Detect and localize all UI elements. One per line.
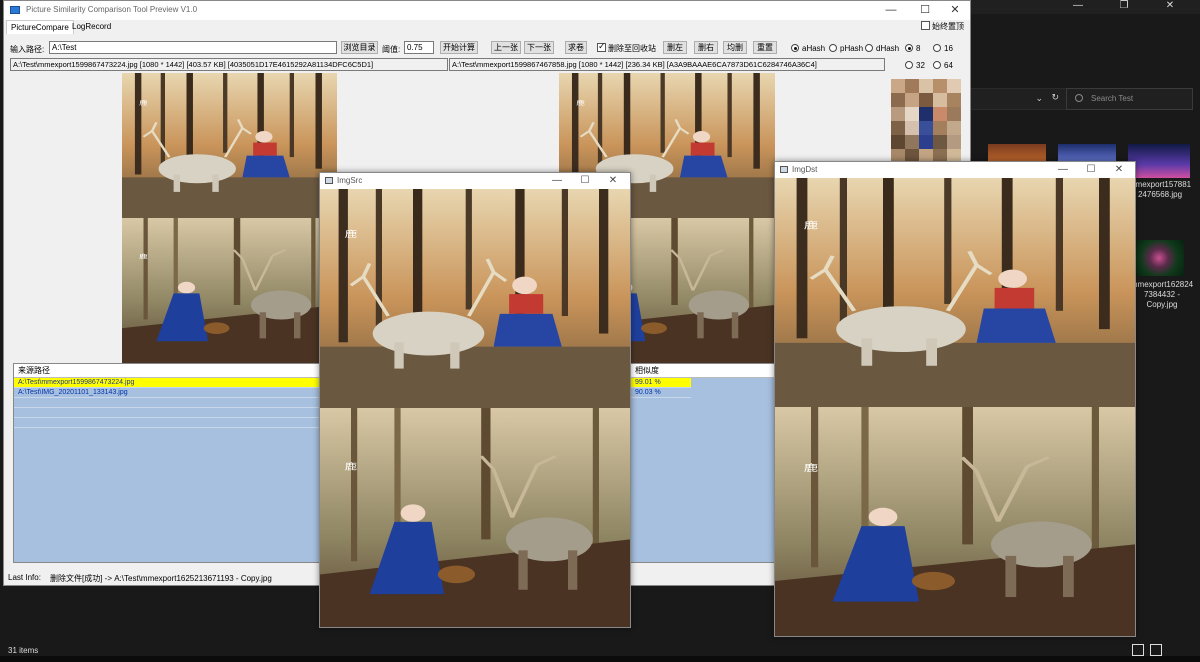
source-path-list[interactable]: 来源路径 A:\Test\mmexport1599867473224.jpg A…: [13, 363, 323, 563]
destination-image: [775, 178, 1135, 636]
explorer-thumbnail[interactable]: [1128, 144, 1190, 178]
similarity-list[interactable]: 相似度 99.01 % 90.03 %: [630, 363, 775, 563]
next-button[interactable]: 下一张: [524, 41, 554, 54]
img-src-title-bar: ImgSrc — ☐ ✕: [320, 173, 630, 189]
list-item-empty: [14, 408, 322, 418]
minimize-button[interactable]: —: [876, 1, 906, 20]
threshold-input[interactable]: 0.75: [404, 41, 434, 54]
maximize-button[interactable]: ☐: [1078, 162, 1104, 178]
window-icon: [325, 177, 333, 184]
img-dst-window: ImgDst — ☐ ✕: [774, 161, 1136, 637]
list-item[interactable]: 90.03 %: [631, 388, 691, 398]
radio-ahash[interactable]: aHash: [791, 44, 825, 53]
last-info-text: 删除文件[成功] -> A:\Test\mmexport162521367119…: [50, 574, 272, 583]
photo: [320, 189, 630, 627]
photo: [122, 73, 337, 363]
browse-button[interactable]: 浏览目录: [341, 41, 378, 54]
path-label: 输入路径:: [10, 45, 45, 54]
app-icon: [10, 6, 20, 14]
chevron-down-icon[interactable]: ⌄: [1035, 93, 1043, 104]
radio-phash[interactable]: pHash: [829, 44, 863, 53]
radio-dot[interactable]: [829, 44, 837, 52]
radio-dot[interactable]: [933, 61, 941, 69]
search-icon: [1075, 94, 1083, 102]
taskbar: [0, 656, 1200, 662]
explorer-maximize-button[interactable]: ❐: [1102, 0, 1146, 14]
delete-to-recycle-checkbox[interactable]: 删除至回收站: [597, 41, 656, 54]
delete-left-button[interactable]: 删左: [663, 41, 687, 54]
details-view-icon[interactable]: [1132, 644, 1144, 656]
item-count: 31 items: [8, 646, 39, 655]
list-item[interactable]: A:\Test\mmexport1599867473224.jpg: [14, 378, 322, 388]
radio-dot[interactable]: [905, 44, 913, 52]
radio-dot[interactable]: [865, 44, 873, 52]
photo: [775, 178, 1135, 636]
minimize-button[interactable]: —: [544, 173, 570, 189]
list-header-source[interactable]: 来源路径: [14, 364, 322, 378]
tab-log-record[interactable]: LogRecord: [68, 20, 115, 34]
threshold-label: 阈值:: [382, 45, 401, 54]
always-on-top-checkbox[interactable]: 始终置顶: [921, 21, 964, 32]
close-button[interactable]: ✕: [600, 173, 626, 189]
img-src-window: ImgSrc — ☐ ✕: [319, 172, 631, 628]
radio-size-32[interactable]: 32: [905, 61, 925, 70]
maximize-button[interactable]: ☐: [910, 1, 940, 20]
explorer-item-label[interactable]: mmexport157881 2476568.jpg: [1128, 180, 1192, 200]
close-button[interactable]: ✕: [940, 1, 970, 20]
path-input[interactable]: A:\Test: [49, 41, 337, 54]
close-button[interactable]: ✕: [1106, 162, 1132, 178]
radio-size-16[interactable]: 16: [933, 44, 953, 53]
delete-both-button[interactable]: 均删: [723, 41, 747, 54]
reset-button[interactable]: 重置: [753, 41, 777, 54]
radio-dot[interactable]: [905, 61, 913, 69]
checkbox-box[interactable]: [597, 41, 606, 52]
right-image-info: A:\Test\mmexport1599867467858.jpg [1080 …: [449, 58, 885, 71]
refresh-icon[interactable]: ↻: [1051, 92, 1059, 103]
tiles-view-icon[interactable]: [1150, 644, 1162, 656]
window-icon: [780, 166, 788, 173]
window-title: ImgDst: [792, 165, 818, 174]
explorer-title-bar: — ❐ ✕: [968, 0, 1200, 14]
left-image-preview: [122, 73, 337, 363]
left-image-info: A:\Test\mmexport1599867473224.jpg [1080 …: [10, 58, 448, 71]
delete-right-button[interactable]: 删右: [694, 41, 718, 54]
list-item-empty: [14, 418, 322, 428]
explorer-item-label[interactable]: mmexport162824 7384432 - Copy.jpg: [1130, 280, 1194, 310]
window-title: ImgSrc: [337, 176, 363, 185]
main-title-bar: Picture Similarity Comparison Tool Previ…: [4, 1, 970, 20]
start-compute-button[interactable]: 开始计算: [440, 41, 478, 54]
list-item[interactable]: 99.01 %: [631, 378, 691, 388]
radio-dot[interactable]: [933, 44, 941, 52]
list-header-similarity[interactable]: 相似度: [631, 364, 774, 378]
radio-dhash[interactable]: dHash: [865, 44, 899, 53]
explorer-search-input[interactable]: Search Test: [1066, 88, 1193, 110]
list-item[interactable]: A:\Test\IMG_20201101_133143.jpg: [14, 388, 322, 398]
refresh-button[interactable]: 求卷: [565, 41, 587, 54]
radio-size-64[interactable]: 64: [933, 61, 953, 70]
last-info-label: Last Info:: [8, 573, 41, 582]
explorer-minimize-button[interactable]: —: [1056, 0, 1100, 14]
maximize-button[interactable]: ☐: [572, 173, 598, 189]
explorer-address-bar[interactable]: ⌄ ↻: [968, 88, 1068, 110]
hash-preview-mosaic: [891, 79, 961, 163]
list-item-empty: [14, 398, 322, 408]
tab-bar: PictureCompare LogRecord: [4, 20, 970, 34]
radio-size-8[interactable]: 8: [905, 44, 920, 53]
explorer-close-button[interactable]: ✕: [1148, 0, 1192, 14]
checkbox-box[interactable]: [921, 21, 930, 30]
img-dst-title-bar: ImgDst — ☐ ✕: [775, 162, 1135, 178]
tab-picture-compare[interactable]: PictureCompare: [6, 20, 74, 34]
radio-dot[interactable]: [791, 44, 799, 52]
window-title: Picture Similarity Comparison Tool Previ…: [26, 5, 198, 14]
explorer-thumbnail[interactable]: [1134, 240, 1184, 276]
minimize-button[interactable]: —: [1050, 162, 1076, 178]
source-image: [320, 189, 630, 627]
previous-button[interactable]: 上一张: [491, 41, 521, 54]
